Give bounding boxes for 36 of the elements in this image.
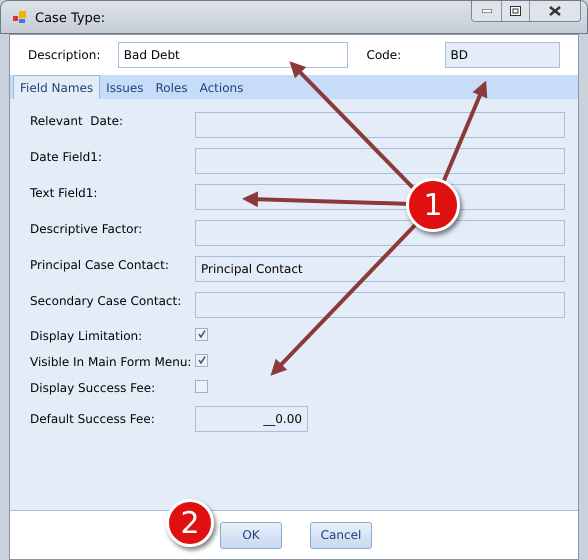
input-field[interactable] [195, 112, 565, 138]
checkbox-label: Display Limitation: [30, 328, 144, 345]
checkbox[interactable] [195, 380, 208, 392]
description-label: Description: [28, 47, 102, 64]
close-icon [549, 6, 561, 16]
minimize-button[interactable] [472, 1, 502, 21]
tab[interactable]: Field Names [13, 75, 100, 99]
input-field[interactable]: Principal Contact [195, 256, 565, 282]
tab[interactable]: Actions [194, 77, 250, 99]
maximize-button[interactable] [502, 1, 530, 21]
checkbox[interactable] [195, 354, 208, 366]
description-field[interactable]: Bad Debt [118, 42, 348, 68]
input-field[interactable] [195, 148, 565, 174]
checkbox[interactable] [195, 328, 208, 340]
dialog-button[interactable]: OK [220, 522, 282, 548]
minimize-icon [482, 9, 492, 13]
input-field[interactable] [195, 292, 565, 318]
window-title: Case Type: [35, 10, 106, 28]
field-label: Date Field1: [30, 149, 103, 166]
maximize-icon [510, 6, 521, 16]
tab[interactable]: Issues [100, 77, 150, 99]
input-field[interactable] [195, 220, 565, 246]
field-label: Secondary Case Contact: [30, 293, 182, 310]
code-label: Code: [366, 47, 402, 64]
dialog-button[interactable]: Cancel [310, 522, 372, 548]
checkbox-label: Visible In Main Form Menu: [30, 354, 192, 371]
field-label: Relevant Date: [30, 113, 124, 130]
number-field[interactable]: __0.00 [195, 406, 308, 432]
field-label: Descriptive Factor: [30, 221, 144, 238]
field-label: Text Field1: [30, 185, 98, 202]
app-icon [13, 10, 27, 24]
tab[interactable]: Roles [149, 77, 194, 99]
field-label: Default Success Fee: [30, 411, 156, 428]
checkbox-label: Display Success Fee: [30, 380, 156, 397]
close-button[interactable] [530, 1, 580, 21]
field-label: Principal Case Contact: [30, 257, 170, 274]
